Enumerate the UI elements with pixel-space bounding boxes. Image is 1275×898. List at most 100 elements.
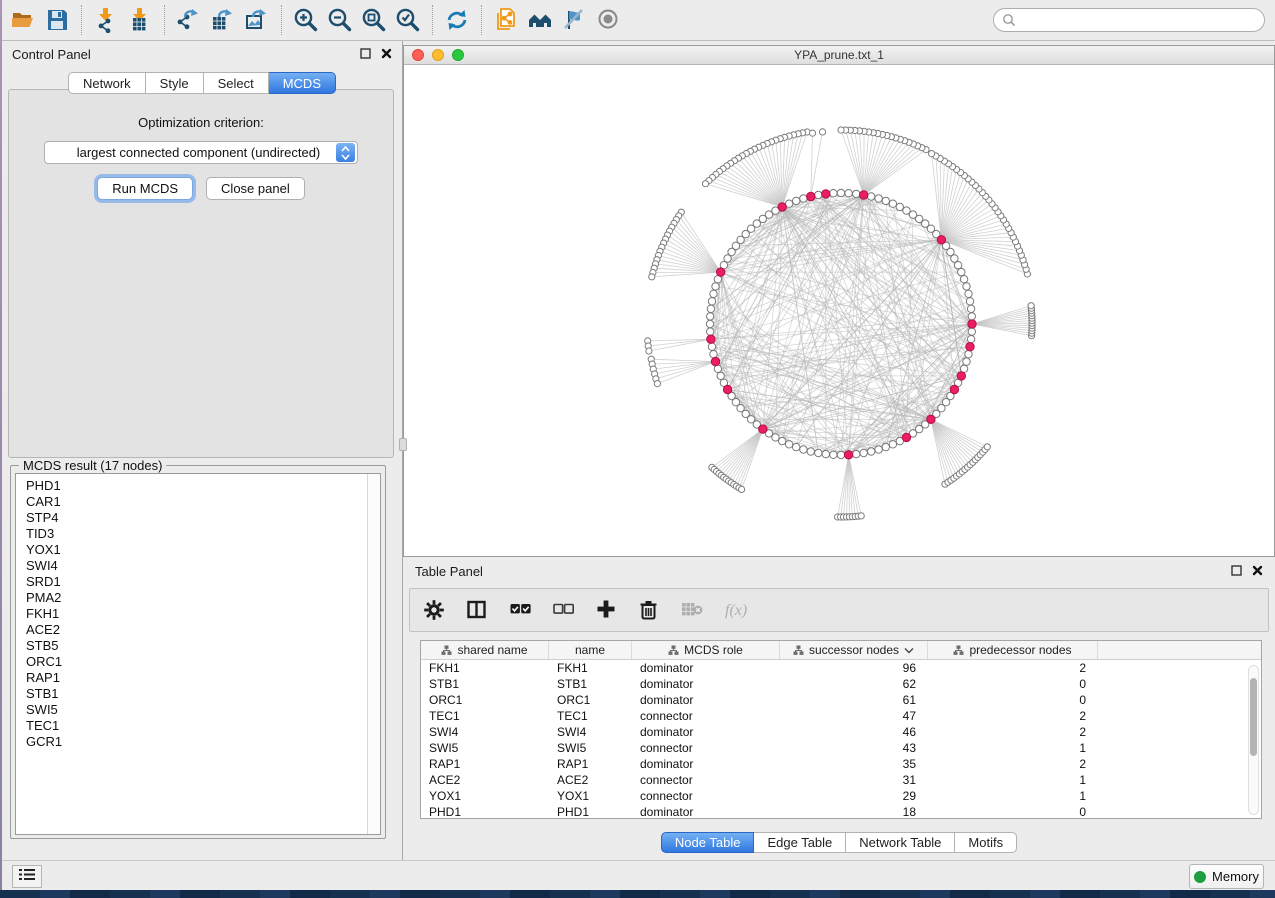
- table-row[interactable]: ACE2ACE2connector311: [421, 772, 1261, 788]
- cell-predecessor-nodes[interactable]: 2: [928, 725, 1098, 739]
- cell-name[interactable]: ACE2: [549, 773, 632, 787]
- cell-MCDS-role[interactable]: dominator: [632, 725, 780, 739]
- tab-style[interactable]: Style: [146, 72, 204, 94]
- table-scrollbar[interactable]: [1248, 665, 1259, 815]
- zoom-selected-button[interactable]: [391, 3, 425, 37]
- result-list-item[interactable]: STB1: [26, 686, 380, 702]
- zoom-out-button[interactable]: [323, 3, 357, 37]
- cell-MCDS-role[interactable]: connector: [632, 709, 780, 723]
- close-panel-button[interactable]: Close panel: [206, 177, 305, 200]
- cell-shared-name[interactable]: PHD1: [421, 805, 549, 819]
- table-tab-edge-table[interactable]: Edge Table: [754, 832, 846, 853]
- cell-shared-name[interactable]: SWI5: [421, 741, 549, 755]
- cell-shared-name[interactable]: STB1: [421, 677, 549, 691]
- cell-predecessor-nodes[interactable]: 0: [928, 805, 1098, 819]
- splitter-handle[interactable]: [399, 438, 407, 451]
- show-column-button[interactable]: [467, 600, 488, 620]
- cell-predecessor-nodes[interactable]: 0: [928, 677, 1098, 691]
- cell-shared-name[interactable]: RAP1: [421, 757, 549, 771]
- result-list-item[interactable]: GCR1: [26, 734, 380, 750]
- import-table-button[interactable]: [123, 3, 157, 37]
- cell-name[interactable]: SWI5: [549, 741, 632, 755]
- float-panel-icon[interactable]: [1231, 564, 1242, 579]
- mcds-result-list[interactable]: PHD1CAR1STP4TID3YOX1SWI4SRD1PMA2FKH1ACE2…: [15, 473, 381, 835]
- create-column-button[interactable]: [596, 600, 617, 620]
- cell-shared-name[interactable]: ORC1: [421, 693, 549, 707]
- column-header-predecessor-nodes[interactable]: predecessor nodes: [928, 641, 1098, 659]
- cell-predecessor-nodes[interactable]: 1: [928, 741, 1098, 755]
- column-header-MCDS-role[interactable]: MCDS role: [632, 641, 780, 659]
- result-list-item[interactable]: PHD1: [26, 478, 380, 494]
- cell-shared-name[interactable]: FKH1: [421, 661, 549, 675]
- cell-name[interactable]: ORC1: [549, 693, 632, 707]
- cell-shared-name[interactable]: SWI4: [421, 725, 549, 739]
- list-scrollbar[interactable]: [367, 474, 380, 834]
- cell-successor-nodes[interactable]: 46: [780, 725, 928, 739]
- table-row[interactable]: SWI5SWI5connector431: [421, 740, 1261, 756]
- toggle-visibility-button[interactable]: [591, 3, 625, 37]
- open-session-button[interactable]: [6, 3, 40, 37]
- close-panel-icon[interactable]: [381, 47, 392, 62]
- table-row[interactable]: SWI4SWI4dominator462: [421, 724, 1261, 740]
- tab-select[interactable]: Select: [204, 72, 269, 94]
- unselect-all-columns-button[interactable]: [553, 600, 574, 620]
- network-canvas[interactable]: [404, 65, 1274, 556]
- cell-name[interactable]: FKH1: [549, 661, 632, 675]
- run-mcds-button[interactable]: Run MCDS: [97, 177, 193, 200]
- task-history-button[interactable]: [12, 865, 42, 888]
- cell-name[interactable]: TEC1: [549, 709, 632, 723]
- cell-MCDS-role[interactable]: dominator: [632, 693, 780, 707]
- import-network-button[interactable]: [89, 3, 123, 37]
- network-graph[interactable]: [404, 65, 1274, 558]
- tab-network[interactable]: Network: [68, 72, 146, 94]
- cell-name[interactable]: RAP1: [549, 757, 632, 771]
- table-row[interactable]: PHD1PHD1dominator180: [421, 804, 1261, 819]
- result-list-item[interactable]: FKH1: [26, 606, 380, 622]
- table-tab-network-table[interactable]: Network Table: [846, 832, 955, 853]
- table-options-button[interactable]: [424, 600, 445, 620]
- hide-flags-button[interactable]: [557, 3, 591, 37]
- cell-successor-nodes[interactable]: 18: [780, 805, 928, 819]
- table-row[interactable]: STB1STB1dominator620: [421, 676, 1261, 692]
- result-list-item[interactable]: SWI5: [26, 702, 380, 718]
- search-input[interactable]: [1016, 13, 1256, 27]
- close-panel-icon[interactable]: [1252, 564, 1263, 579]
- table-row[interactable]: RAP1RAP1dominator352: [421, 756, 1261, 772]
- result-list-item[interactable]: STB5: [26, 638, 380, 654]
- new-network-from-selection-button[interactable]: [489, 3, 523, 37]
- result-list-item[interactable]: SWI4: [26, 558, 380, 574]
- criterion-select[interactable]: largest connected component (undirected): [44, 141, 358, 164]
- table-row[interactable]: ORC1ORC1dominator610: [421, 692, 1261, 708]
- cell-MCDS-role[interactable]: dominator: [632, 677, 780, 691]
- cell-shared-name[interactable]: YOX1: [421, 789, 549, 803]
- cell-MCDS-role[interactable]: connector: [632, 741, 780, 755]
- save-session-button[interactable]: [40, 3, 74, 37]
- cell-MCDS-role[interactable]: dominator: [632, 805, 780, 819]
- zoom-fit-button[interactable]: [357, 3, 391, 37]
- search-box[interactable]: [993, 8, 1265, 32]
- result-list-item[interactable]: YOX1: [26, 542, 380, 558]
- apply-layout-button[interactable]: [440, 3, 474, 37]
- select-all-columns-button[interactable]: [510, 600, 531, 620]
- table-tab-motifs[interactable]: Motifs: [955, 832, 1017, 853]
- column-header-successor-nodes[interactable]: successor nodes: [780, 641, 928, 659]
- result-list-item[interactable]: PMA2: [26, 590, 380, 606]
- tab-mcds[interactable]: MCDS: [269, 72, 336, 94]
- cell-successor-nodes[interactable]: 29: [780, 789, 928, 803]
- table-row[interactable]: YOX1YOX1connector291: [421, 788, 1261, 804]
- result-list-item[interactable]: TEC1: [26, 718, 380, 734]
- cell-predecessor-nodes[interactable]: 0: [928, 693, 1098, 707]
- cell-MCDS-role[interactable]: dominator: [632, 757, 780, 771]
- cell-predecessor-nodes[interactable]: 1: [928, 789, 1098, 803]
- cell-name[interactable]: YOX1: [549, 789, 632, 803]
- cell-predecessor-nodes[interactable]: 2: [928, 661, 1098, 675]
- scrollbar-thumb[interactable]: [1250, 678, 1257, 756]
- result-list-item[interactable]: TID3: [26, 526, 380, 542]
- network-home-button[interactable]: [523, 3, 557, 37]
- cell-predecessor-nodes[interactable]: 2: [928, 709, 1098, 723]
- cell-successor-nodes[interactable]: 35: [780, 757, 928, 771]
- column-header-name[interactable]: name: [549, 641, 632, 659]
- cell-successor-nodes[interactable]: 47: [780, 709, 928, 723]
- result-list-item[interactable]: SRD1: [26, 574, 380, 590]
- cell-name[interactable]: STB1: [549, 677, 632, 691]
